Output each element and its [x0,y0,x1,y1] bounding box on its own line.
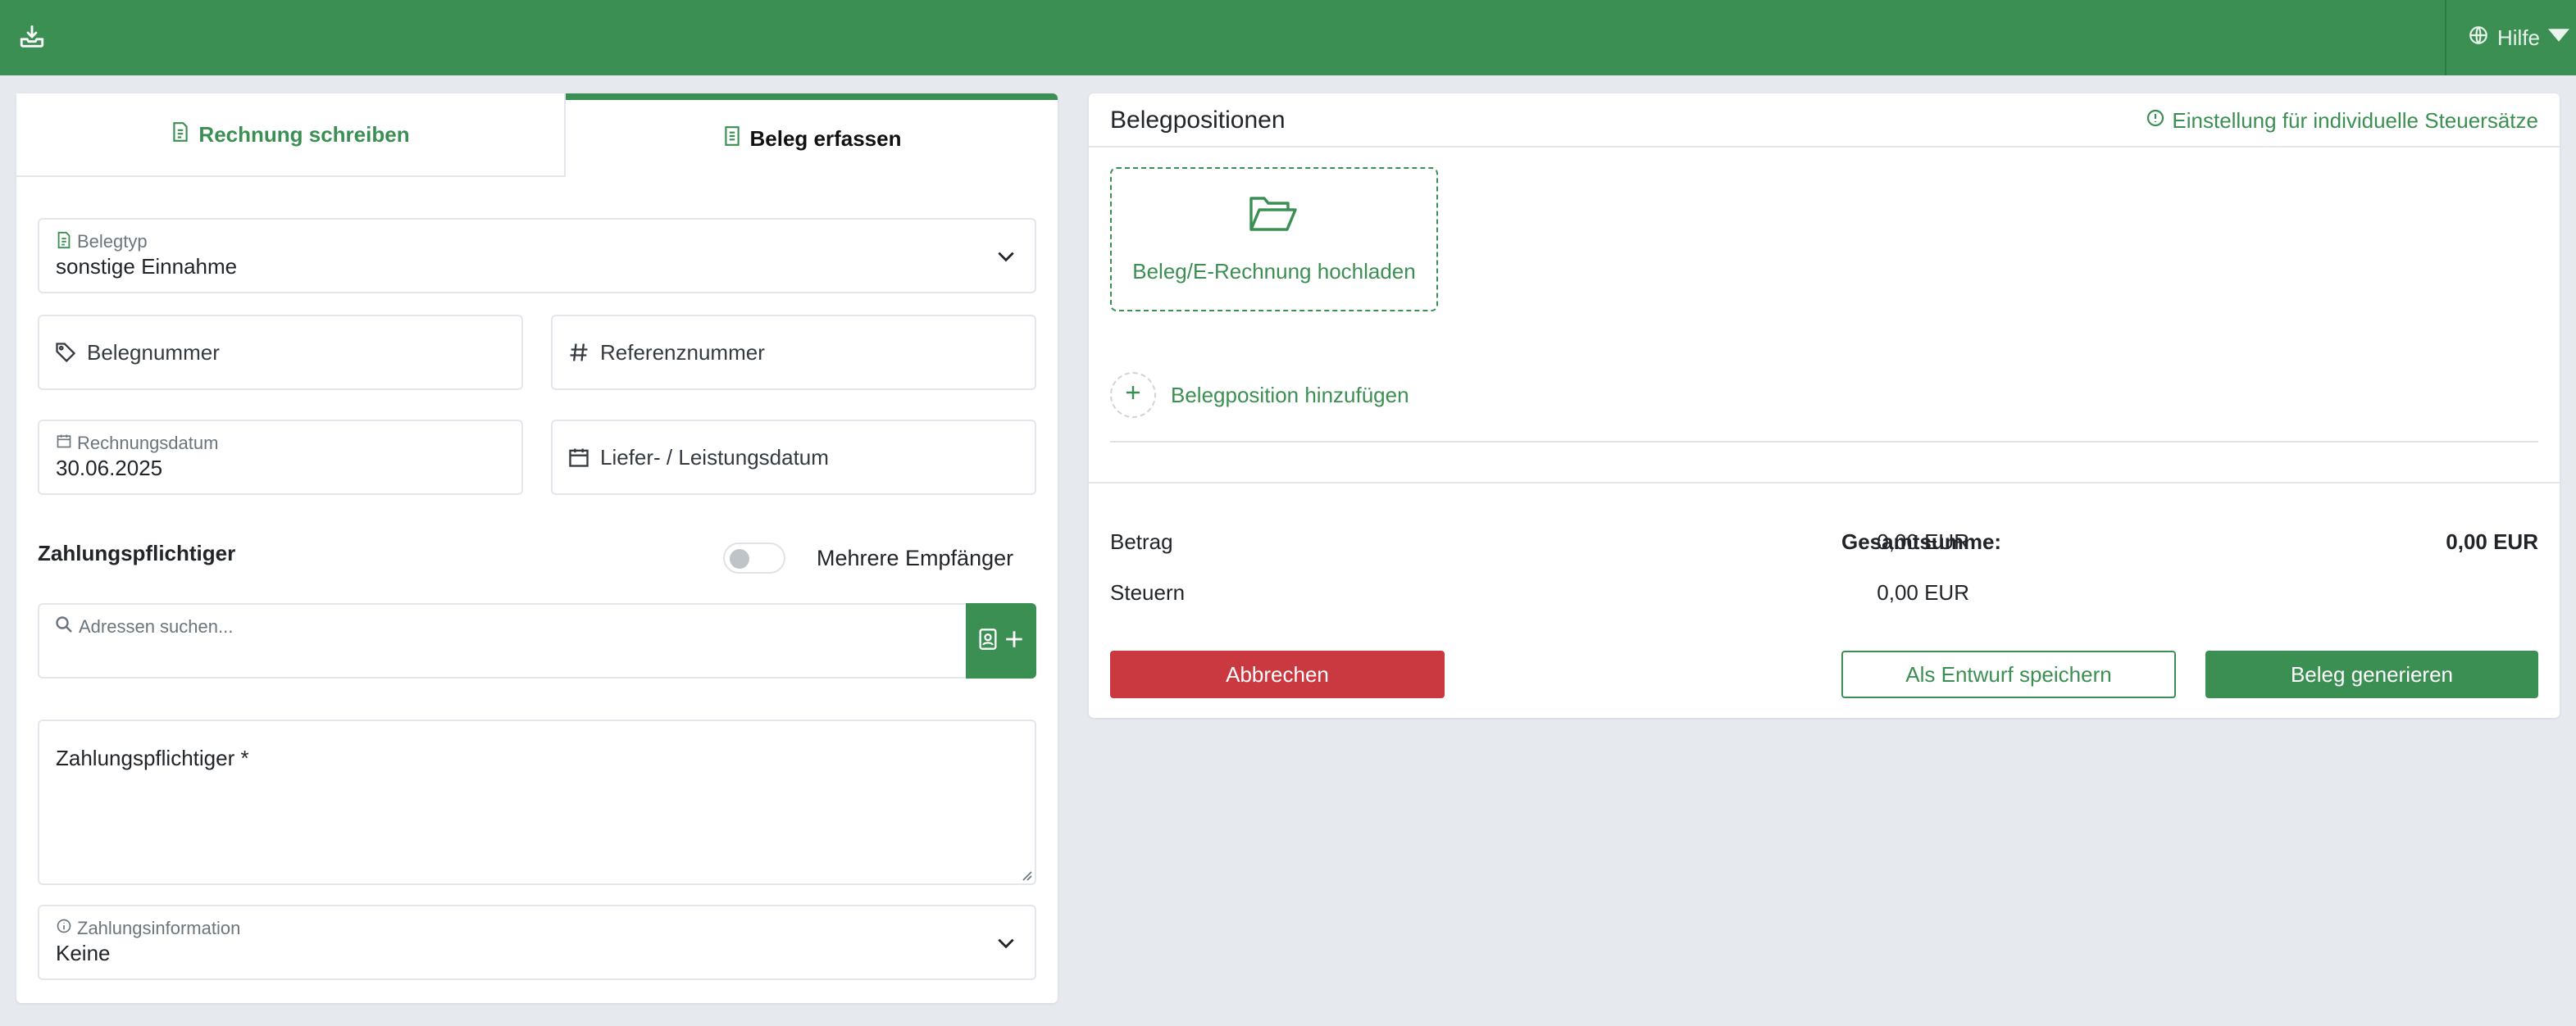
chevron-down-icon [995,936,1017,952]
add-position-label: Belegposition hinzufügen [1171,382,1409,407]
receipt-type-label: Belegtyp [77,231,148,252]
positions-divider [1110,441,2538,443]
tax-value: 0,00 EUR [1877,580,1969,605]
payer-textarea-label: Zahlungspflichtiger * [56,746,249,770]
tag-icon [54,316,77,388]
summary-divider [1089,482,2560,483]
hash-icon [567,316,590,388]
total-label: Gesamtsumme: [1841,529,2002,554]
receipt-positions-card: Belegpositionen Einstellung für individu… [1089,93,2560,718]
receipt-type-select[interactable]: Belegtyp sonstige Einnahme [38,218,1036,293]
tab-record-receipt[interactable]: Beleg erfassen [566,93,1058,177]
individual-tax-settings-link[interactable]: Einstellung für individuelle Steuersätze [2146,108,2538,134]
receipt-number-input[interactable]: Belegnummer [38,315,523,390]
help-label: Hilfe [2497,25,2541,50]
chevron-down-icon [995,249,1017,266]
caret-down-icon [2548,25,2570,52]
positions-title: Belegpositionen [1110,107,1286,134]
plus-icon [1004,628,1025,655]
cancel-button[interactable]: Abbrechen [1110,651,1445,698]
globe-icon [2468,25,2489,52]
calendar-icon [567,421,590,493]
alert-circle-icon [2146,108,2165,134]
invoice-date-input[interactable]: Rechnungsdatum 30.06.2025 [38,420,523,495]
document-icon [171,121,190,148]
topbar-divider [2445,0,2446,75]
upload-receipt-label: Beleg/E-Rechnung hochladen [1132,259,1416,284]
generate-receipt-button[interactable]: Beleg generieren [2205,651,2538,698]
delivery-date-input[interactable]: Liefer- / Leistungsdatum [551,420,1036,495]
invoice-date-value: 30.06.2025 [56,456,163,480]
receipt-type-value: sonstige Einnahme [56,254,238,279]
reference-number-input[interactable]: Referenznummer [551,315,1036,390]
payment-info-label: Zahlungsinformation [77,918,241,938]
multiple-recipients-toggle[interactable] [723,543,785,574]
info-circle-icon [56,918,72,936]
delivery-date-placeholder: Liefer- / Leistungsdatum [600,444,829,470]
top-navigation-bar: Hilfe [0,0,2576,75]
tab-write-invoice[interactable]: Rechnung schreiben [16,93,566,177]
help-menu[interactable]: Hilfe [2468,23,2570,52]
payer-textarea[interactable]: Zahlungspflichtiger * [38,720,1036,885]
receipt-number-placeholder: Belegnummer [87,339,220,365]
address-search-placeholder: Adressen suchen... [79,616,234,637]
payment-info-select[interactable]: Zahlungsinformation Keine [38,905,1036,980]
add-contact-button[interactable] [966,603,1036,679]
multiple-recipients-label: Mehrere Empfänger [817,545,1014,570]
tab-write-invoice-label: Rechnung schreiben [198,121,410,147]
receipt-form-card: Rechnung schreiben Beleg erfassen Belegt… [16,93,1058,1003]
header-divider [1089,146,2560,148]
plus-icon [1123,383,1143,408]
receipt-icon [722,125,742,152]
payment-info-value: Keine [56,941,111,965]
upload-receipt-dropzone[interactable]: Beleg/E-Rechnung hochladen [1110,167,1438,311]
search-icon [54,615,74,634]
save-draft-button[interactable]: Als Entwurf speichern [1841,651,2176,698]
reference-number-placeholder: Referenznummer [600,339,765,365]
resize-grip-icon[interactable] [1020,869,1033,882]
document-icon [56,231,72,249]
contact-card-icon [977,628,999,655]
calendar-icon [56,433,72,451]
total-value: 0,00 EUR [2446,529,2538,554]
payer-section-title: Zahlungspflichtiger [38,541,236,565]
add-position-circle [1110,372,1156,418]
inbox-download-icon[interactable] [18,23,46,51]
address-search-input[interactable]: Adressen suchen... [38,603,967,679]
individual-tax-settings-label: Einstellung für individuelle Steuersätze [2172,108,2538,133]
invoice-date-label: Rechnungsdatum [77,433,219,453]
toggle-knob [730,549,749,569]
tax-label: Steuern [1110,580,1186,605]
amount-label: Betrag [1110,529,1173,554]
add-position-button[interactable]: Belegposition hinzufügen [1110,372,1409,418]
tab-record-receipt-label: Beleg erfassen [749,125,902,151]
